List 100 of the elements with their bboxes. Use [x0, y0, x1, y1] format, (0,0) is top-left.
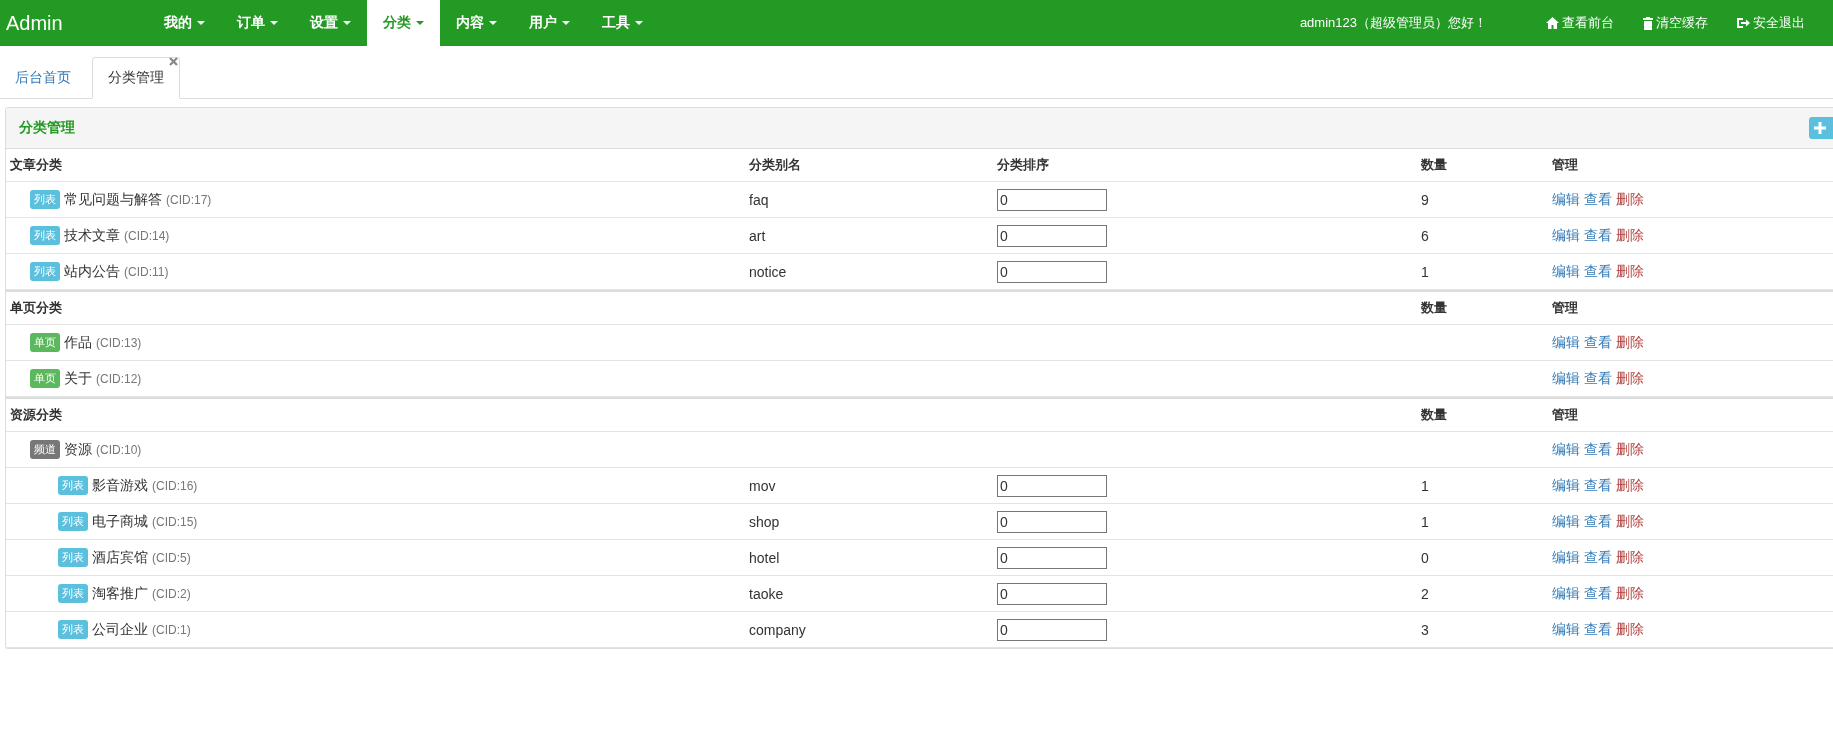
- category-id: (CID:2): [152, 586, 191, 601]
- page-tab[interactable]: 分类管理: [92, 57, 180, 99]
- category-alias: mov: [749, 477, 776, 494]
- view-link[interactable]: 查看: [1584, 584, 1612, 603]
- logout-icon: [1737, 17, 1750, 29]
- delete-link[interactable]: 删除: [1616, 440, 1644, 459]
- group-heading: 资源分类: [10, 407, 62, 422]
- view-link[interactable]: 查看: [1584, 226, 1612, 245]
- item-count: 9: [1421, 191, 1429, 208]
- column-heading: 管理: [1552, 157, 1578, 172]
- category-alias: shop: [749, 513, 780, 530]
- sort-input[interactable]: 0: [997, 474, 1107, 497]
- type-badge: 列表: [58, 512, 88, 531]
- delete-link[interactable]: 删除: [1616, 369, 1644, 388]
- edit-link[interactable]: 编辑: [1552, 512, 1580, 531]
- category-name: 资源: [64, 440, 92, 459]
- close-icon[interactable]: [169, 57, 178, 66]
- type-badge: 列表: [58, 620, 88, 639]
- nav-menu-item[interactable]: 我的: [148, 0, 221, 46]
- delete-link[interactable]: 删除: [1616, 226, 1644, 245]
- item-count: 2: [1421, 585, 1429, 602]
- header-link[interactable]: 清空缓存: [1643, 14, 1708, 32]
- category-id: (CID:17): [166, 192, 212, 207]
- edit-link[interactable]: 编辑: [1552, 620, 1580, 639]
- delete-link[interactable]: 删除: [1616, 476, 1644, 495]
- view-link[interactable]: 查看: [1584, 476, 1612, 495]
- view-link[interactable]: 查看: [1584, 620, 1612, 639]
- view-link[interactable]: 查看: [1584, 190, 1612, 209]
- home-icon: [1546, 17, 1559, 29]
- group-heading: 文章分类: [10, 157, 62, 172]
- header-link[interactable]: 查看前台: [1546, 14, 1614, 32]
- nav-menu-item[interactable]: 用户: [513, 0, 586, 46]
- delete-link[interactable]: 删除: [1616, 262, 1644, 281]
- category-name: 电子商城: [92, 512, 148, 531]
- category-id: (CID:15): [152, 514, 198, 529]
- type-badge: 列表: [30, 226, 60, 245]
- sort-input[interactable]: 0: [997, 260, 1107, 283]
- edit-link[interactable]: 编辑: [1552, 226, 1580, 245]
- type-badge: 单页: [30, 333, 60, 352]
- edit-link[interactable]: 编辑: [1552, 369, 1580, 388]
- category-name: 技术文章: [64, 226, 120, 245]
- view-link[interactable]: 查看: [1584, 440, 1612, 459]
- delete-link[interactable]: 删除: [1616, 190, 1644, 209]
- edit-link[interactable]: 编辑: [1552, 262, 1580, 281]
- add-button[interactable]: [1809, 117, 1833, 139]
- edit-link[interactable]: 编辑: [1552, 476, 1580, 495]
- view-link[interactable]: 查看: [1584, 548, 1612, 567]
- type-badge: 列表: [58, 476, 88, 495]
- sort-input[interactable]: 0: [997, 582, 1107, 605]
- category-id: (CID:13): [96, 335, 142, 350]
- delete-link[interactable]: 删除: [1616, 512, 1644, 531]
- delete-link[interactable]: 删除: [1616, 620, 1644, 639]
- sort-input[interactable]: 0: [997, 510, 1107, 533]
- sort-input[interactable]: 0: [997, 546, 1107, 569]
- nav-menu-item[interactable]: 订单: [221, 0, 294, 46]
- item-count: 1: [1421, 263, 1429, 280]
- view-link[interactable]: 查看: [1584, 369, 1612, 388]
- category-alias: company: [749, 621, 806, 638]
- panel-title: 分类管理: [19, 119, 75, 137]
- edit-link[interactable]: 编辑: [1552, 584, 1580, 603]
- edit-link[interactable]: 编辑: [1552, 190, 1580, 209]
- nav-menu-item[interactable]: 分类: [367, 0, 440, 46]
- view-link[interactable]: 查看: [1584, 512, 1612, 531]
- column-heading: 分类别名: [749, 157, 801, 172]
- category-name: 公司企业: [92, 620, 148, 639]
- category-name: 影音游戏: [92, 476, 148, 495]
- delete-link[interactable]: 删除: [1616, 333, 1644, 352]
- column-heading: 数量: [1421, 300, 1447, 315]
- delete-link[interactable]: 删除: [1616, 584, 1644, 603]
- sort-input[interactable]: 0: [997, 188, 1107, 211]
- nav-menu-item[interactable]: 内容: [440, 0, 513, 46]
- sort-input[interactable]: 0: [997, 618, 1107, 641]
- edit-link[interactable]: 编辑: [1552, 440, 1580, 459]
- category-alias: faq: [749, 191, 769, 208]
- edit-link[interactable]: 编辑: [1552, 333, 1580, 352]
- type-badge: 单页: [30, 369, 60, 388]
- nav-menu-item[interactable]: 工具: [586, 0, 659, 46]
- item-count: 0: [1421, 549, 1429, 566]
- view-link[interactable]: 查看: [1584, 333, 1612, 352]
- sort-input[interactable]: 0: [997, 224, 1107, 247]
- column-heading: 管理: [1552, 300, 1578, 315]
- delete-link[interactable]: 删除: [1616, 548, 1644, 567]
- view-link[interactable]: 查看: [1584, 262, 1612, 281]
- item-count: 3: [1421, 621, 1429, 638]
- type-badge: 频道: [30, 440, 60, 459]
- category-id: (CID:5): [152, 550, 191, 565]
- nav-menu-item[interactable]: 设置: [294, 0, 367, 46]
- type-badge: 列表: [58, 584, 88, 603]
- type-badge: 列表: [30, 262, 60, 281]
- category-id: (CID:11): [124, 264, 169, 279]
- category-name: 常见问题与解答: [64, 190, 162, 209]
- category-alias: taoke: [749, 585, 784, 602]
- type-badge: 列表: [58, 548, 88, 567]
- column-heading: 数量: [1421, 407, 1447, 422]
- category-name: 淘客推广: [92, 584, 148, 603]
- header-link[interactable]: 安全退出: [1737, 14, 1805, 32]
- edit-link[interactable]: 编辑: [1552, 548, 1580, 567]
- group-heading: 单页分类: [10, 300, 62, 315]
- column-heading: 数量: [1421, 157, 1447, 172]
- page-tab[interactable]: 后台首页: [0, 58, 86, 98]
